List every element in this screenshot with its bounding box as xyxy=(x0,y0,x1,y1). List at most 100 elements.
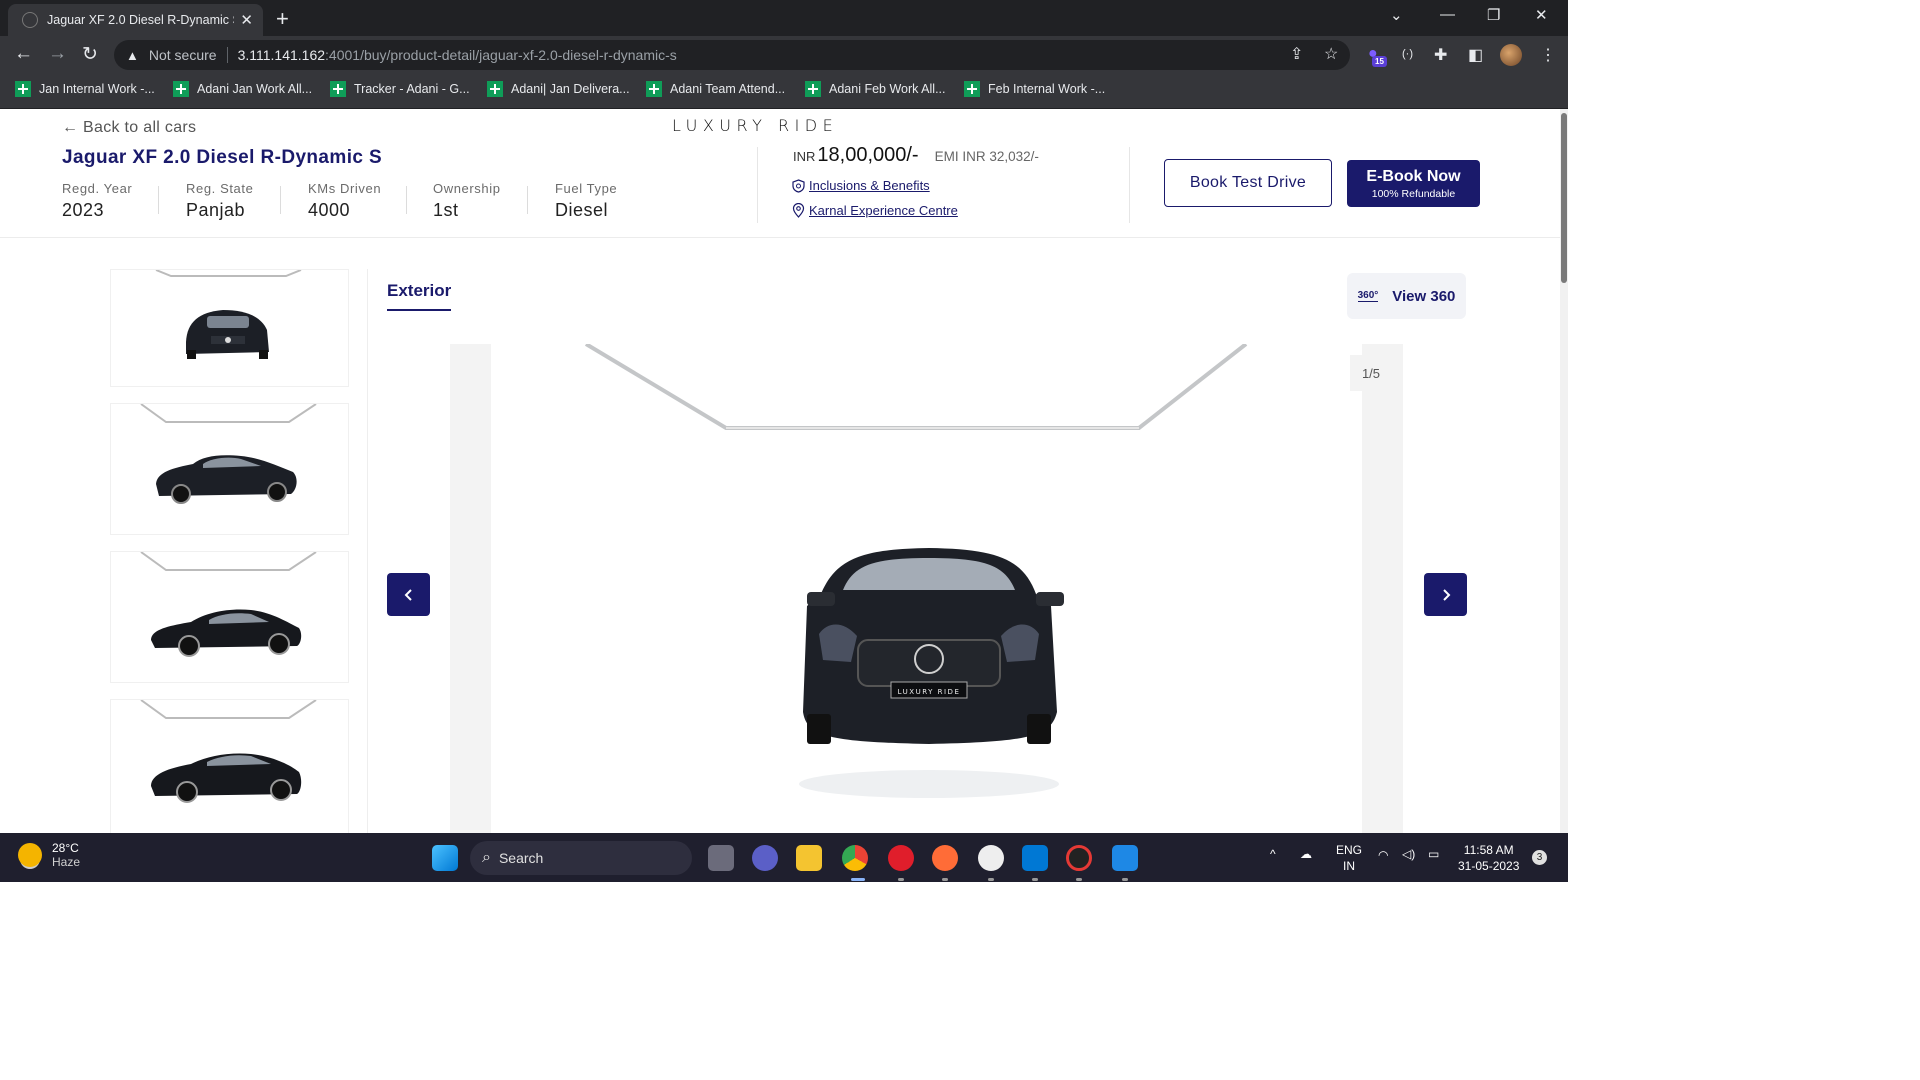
chevron-left-icon xyxy=(404,588,412,601)
book-test-drive-button[interactable]: Book Test Drive xyxy=(1164,159,1332,207)
thumbnail-image[interactable] xyxy=(110,699,349,833)
new-tab-button[interactable]: + xyxy=(276,6,289,32)
bookmark-label: Adani Team Attend... xyxy=(670,82,786,96)
teams-chat-icon[interactable] xyxy=(752,845,778,871)
bookmark-item[interactable]: Feb Internal Work -... xyxy=(964,81,1105,97)
show-hidden-icons-chevron-icon[interactable]: ^ xyxy=(1270,847,1276,861)
inclusions-label: Inclusions & Benefits xyxy=(809,178,930,193)
chrome-icon[interactable] xyxy=(842,845,868,871)
experience-centre-link[interactable]: Karnal Experience Centre xyxy=(792,203,958,218)
weather-widget[interactable]: 28°C Haze xyxy=(18,841,80,869)
battery-icon[interactable]: ▭ xyxy=(1428,847,1439,861)
mongodb-compass-icon[interactable] xyxy=(978,845,1004,871)
sheets-icon xyxy=(646,81,662,97)
restore-button[interactable]: ❐ xyxy=(1487,6,1500,24)
bookmark-item[interactable]: Jan Internal Work -... xyxy=(15,81,155,97)
tab-exterior[interactable]: Exterior xyxy=(387,281,452,311)
back-to-all-cars-link[interactable]: ← Back to all cars xyxy=(62,119,196,137)
spec-value: 1st xyxy=(433,200,459,220)
bookmark-label: Adani Jan Work All... xyxy=(197,82,313,96)
side-panel-icon[interactable]: ◧ xyxy=(1468,45,1483,65)
previous-image-button[interactable] xyxy=(387,573,430,616)
product-header: ← Back to all cars LUXURY RIDE Jaguar XF… xyxy=(0,109,1560,238)
back-arrow-icon[interactable]: ← xyxy=(14,43,33,65)
clock-date: 31-05-2023 xyxy=(1458,859,1520,873)
divider xyxy=(367,269,368,833)
address-bar[interactable]: ▲ Not secure 3.111.141.162 :4001/buy/pro… xyxy=(114,40,1350,70)
view-360-button[interactable]: 360° View 360 xyxy=(1347,273,1466,319)
bookmark-label: Jan Internal Work -... xyxy=(39,82,155,96)
minimize-button[interactable]: — xyxy=(1440,6,1455,23)
share-icon[interactable]: ⇪ xyxy=(1290,44,1303,64)
chevron-right-icon xyxy=(1442,588,1450,601)
next-image-button[interactable] xyxy=(1424,573,1467,616)
spec-label: Fuel Type xyxy=(555,181,618,196)
system-clock[interactable]: 11:58 AM 31-05-2023 xyxy=(1458,842,1519,874)
brand-logo[interactable]: LUXURY RIDE xyxy=(672,116,838,135)
wifi-icon[interactable]: ◠ xyxy=(1378,848,1388,862)
search-icon: ⌕ xyxy=(482,849,491,866)
bookmark-item[interactable]: Tracker - Adani - G... xyxy=(330,81,470,97)
bookmarks-bar: Jan Internal Work -... Adani Jan Work Al… xyxy=(0,74,1568,109)
photos-app-icon[interactable] xyxy=(1112,845,1138,871)
weather-sun-icon xyxy=(18,843,42,867)
bookmark-item[interactable]: Adani Team Attend... xyxy=(646,81,785,97)
view-360-label: View 360 xyxy=(1392,287,1456,305)
site-favicon-icon xyxy=(22,12,38,28)
sheets-icon xyxy=(487,81,503,97)
emi-text: EMI INR 32,032/- xyxy=(934,149,1039,164)
file-explorer-icon[interactable] xyxy=(796,845,822,871)
bookmark-item[interactable]: Adani Jan Work All... xyxy=(173,81,312,97)
security-label: Not secure xyxy=(148,47,217,63)
car-thumbnail-front xyxy=(155,270,302,359)
ebook-now-button[interactable]: E-Book Now 100% Refundable xyxy=(1347,160,1480,207)
app-indicator xyxy=(1076,878,1082,881)
input-language[interactable]: ENG IN xyxy=(1336,842,1362,874)
main-car-image[interactable]: LUXURY RIDE xyxy=(450,342,1403,833)
browser-tab[interactable]: Jaguar XF 2.0 Diesel R-Dynamic S ✕ xyxy=(8,4,263,36)
close-tab-icon[interactable]: ✕ xyxy=(240,11,253,29)
cast-icon[interactable]: (·) xyxy=(1402,48,1413,60)
os-taskbar: 28°C Haze ⌕ Search ^ ☁ ENG IN ◠ ◁) ▭ 11:… xyxy=(0,833,1568,882)
spec-regd-year: Regd. Year 2023 xyxy=(62,181,132,221)
clock-time: 11:58 AM xyxy=(1463,843,1514,857)
license-plate-text: LUXURY RIDE xyxy=(898,688,961,696)
opera-icon[interactable] xyxy=(888,845,914,871)
menu-kebab-icon[interactable]: ⋮ xyxy=(1540,45,1556,65)
location-label: Karnal Experience Centre xyxy=(809,203,958,218)
profile-avatar[interactable] xyxy=(1500,44,1522,66)
onedrive-cloud-icon[interactable]: ☁ xyxy=(1300,847,1312,861)
postman-icon[interactable] xyxy=(932,845,958,871)
bookmark-item[interactable]: Adani Feb Work All... xyxy=(805,81,946,97)
browser-tab-strip: Jaguar XF 2.0 Diesel R-Dynamic S ✕ + ⌄ —… xyxy=(0,0,1568,36)
image-canvas: LUXURY RIDE xyxy=(491,342,1362,833)
taskbar-search[interactable]: ⌕ Search xyxy=(470,841,692,875)
price-currency: INR xyxy=(793,149,816,164)
shield-icon xyxy=(792,178,805,193)
bookmark-item[interactable]: Adani| Jan Delivera... xyxy=(487,81,630,97)
bookmark-label: Feb Internal Work -... xyxy=(988,82,1106,96)
close-window-button[interactable]: ✕ xyxy=(1535,6,1548,24)
task-view-icon[interactable] xyxy=(708,845,734,871)
volume-icon[interactable]: ◁) xyxy=(1402,847,1415,861)
spec-fuel-type: Fuel Type Diesel xyxy=(555,181,617,221)
sheets-icon xyxy=(330,81,346,97)
bookmark-star-icon[interactable]: ☆ xyxy=(1324,44,1338,64)
scrollbar-thumb[interactable] xyxy=(1561,113,1567,283)
windows-start-icon[interactable] xyxy=(432,845,458,871)
weather-condition: Haze xyxy=(52,855,81,869)
screen-recorder-icon[interactable] xyxy=(1066,845,1092,871)
lang-code: ENG xyxy=(1336,843,1363,857)
car-main-photo: LUXURY RIDE xyxy=(584,342,1248,798)
vscode-icon[interactable] xyxy=(1022,845,1048,871)
puzzle-extensions-icon[interactable]: ✚ xyxy=(1434,45,1447,65)
spec-value: 4000 xyxy=(308,200,351,220)
thumbnail-image[interactable] xyxy=(110,551,349,683)
tab-search-chevron-icon[interactable]: ⌄ xyxy=(1390,6,1403,24)
inclusions-benefits-link[interactable]: Inclusions & Benefits xyxy=(792,178,930,193)
thumbnail-image[interactable] xyxy=(110,403,349,535)
thumbnail-image[interactable] xyxy=(110,269,349,387)
notification-count-badge[interactable]: 3 xyxy=(1532,850,1547,865)
reload-icon[interactable]: ↻ xyxy=(82,43,98,66)
forward-arrow-icon[interactable]: → xyxy=(48,43,67,65)
